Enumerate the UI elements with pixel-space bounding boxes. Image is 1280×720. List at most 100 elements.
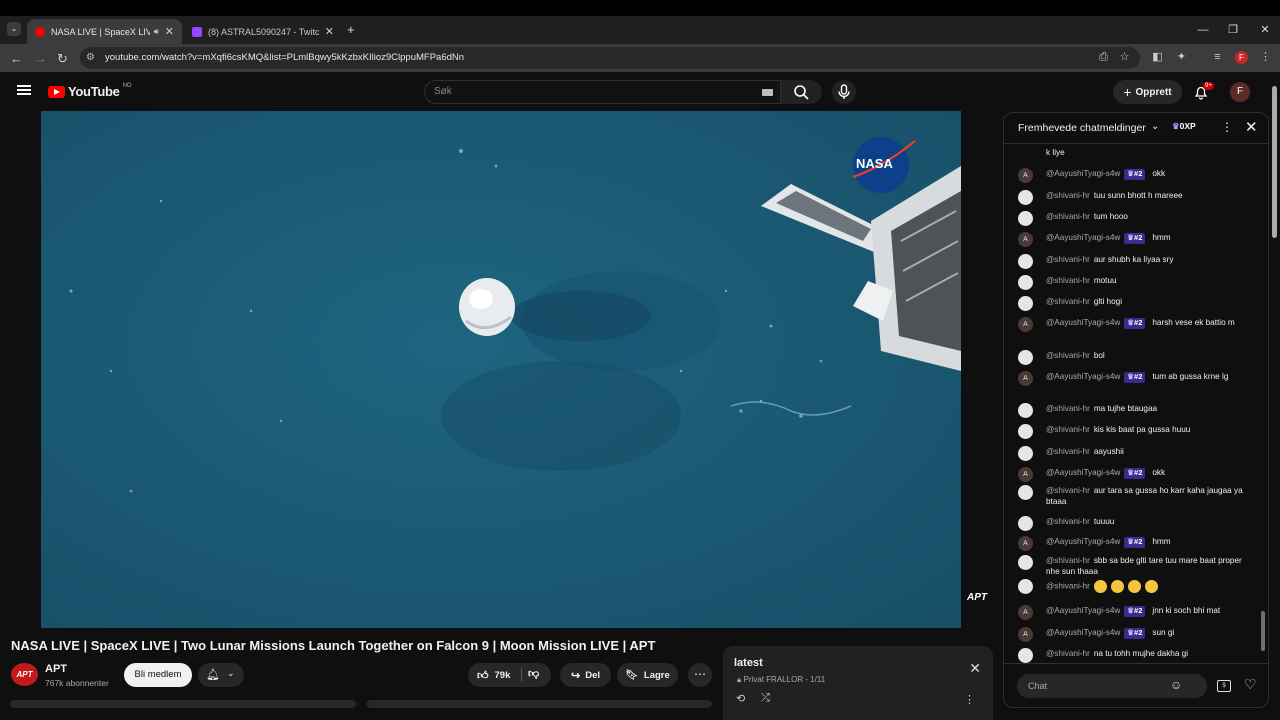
more-actions-button[interactable]: ⋯ (688, 663, 712, 687)
chat-author-name[interactable]: @shivani-hr (1046, 486, 1090, 495)
browser-menu-icon[interactable]: ⋮ (1259, 51, 1272, 64)
site-info-icon[interactable]: ⚙ (86, 47, 95, 69)
chat-author-avatar[interactable]: A (1018, 168, 1033, 183)
chat-author-name[interactable]: @shivani-hr (1046, 351, 1090, 360)
subscription-bell-button[interactable]: 🔔︎ ⌄ (198, 663, 244, 687)
share-button[interactable]: ↪ Del (560, 663, 611, 687)
chat-author-name[interactable]: @AayushiTyagi-s4w (1046, 318, 1120, 327)
chat-author-name[interactable]: @shivani-hr (1046, 447, 1090, 456)
chat-author-avatar[interactable]: A (1018, 605, 1033, 620)
chat-author-avatar[interactable] (1018, 516, 1033, 531)
chat-mode-title[interactable]: Fremhevede chatmeldinger (1018, 122, 1146, 134)
chat-author-avatar[interactable]: A (1018, 371, 1033, 386)
close-window-icon[interactable]: ✕ (1250, 16, 1280, 44)
chat-author-name[interactable]: @AayushiTyagi-s4w (1046, 468, 1120, 477)
chat-author-name[interactable]: @AayushiTyagi-s4w (1046, 628, 1120, 637)
chat-author-avatar[interactable] (1018, 648, 1033, 663)
page-scroll-thumb[interactable] (1272, 86, 1277, 238)
chat-author-name[interactable]: @shivani-hr (1046, 649, 1090, 658)
new-tab-icon[interactable]: + (347, 22, 355, 37)
playlist-title[interactable]: latest (734, 657, 763, 669)
chat-author-avatar[interactable] (1018, 296, 1033, 311)
profile-icon[interactable]: F (1235, 51, 1248, 64)
chat-author-name[interactable]: @AayushiTyagi-s4w (1046, 372, 1120, 381)
chat-author-avatar[interactable] (1018, 275, 1033, 290)
chat-author-name[interactable]: @shivani-hr (1046, 297, 1090, 306)
chat-author-name[interactable]: @shivani-hr (1046, 425, 1090, 434)
related-preview[interactable] (366, 700, 712, 708)
channel-name[interactable]: APT (45, 663, 67, 675)
chat-author-avatar[interactable] (1018, 211, 1033, 226)
tab-twitch[interactable]: (8) ASTRAL5090247 - Twitch ✕ (184, 19, 342, 44)
tab-search-button[interactable]: ⌄ (7, 22, 21, 36)
chat-scrollbar[interactable] (1261, 151, 1265, 661)
search-input[interactable]: Søk (424, 80, 781, 104)
scroll-thumb[interactable] (1261, 611, 1265, 651)
chat-author-avatar[interactable]: A (1018, 232, 1033, 247)
chevron-down-icon[interactable]: ⌄ (1151, 121, 1159, 132)
chat-author-name[interactable]: @shivani-hr (1046, 212, 1090, 221)
chat-author-avatar[interactable]: A (1018, 536, 1033, 551)
account-avatar[interactable]: F (1230, 82, 1250, 102)
chat-author-avatar[interactable] (1018, 254, 1033, 269)
tab-youtube[interactable]: NASA LIVE | SpaceX LIVE | Tw 🔊︎ ✕ (27, 19, 182, 44)
super-chat-icon[interactable]: $ (1217, 680, 1231, 692)
xp-badge[interactable]: ♛0XP (1172, 121, 1196, 132)
chat-author-avatar[interactable]: A (1018, 317, 1033, 332)
chat-author-avatar[interactable] (1018, 190, 1033, 205)
search-button[interactable] (781, 80, 822, 104)
chat-author-avatar[interactable] (1018, 579, 1033, 594)
page-scrollbar[interactable] (1271, 80, 1278, 710)
save-button[interactable]: 🔖︎ Lagre (617, 663, 678, 687)
chat-author-name[interactable]: @shivani-hr (1046, 255, 1090, 264)
chat-author-name[interactable]: @AayushiTyagi-s4w (1046, 537, 1120, 546)
chat-author-avatar[interactable] (1018, 350, 1033, 365)
channel-avatar[interactable]: APT (11, 663, 38, 686)
hamburger-menu-icon[interactable] (17, 85, 31, 95)
playlist-more-icon[interactable]: ⋮ (964, 693, 975, 706)
like-count[interactable]: 79k (495, 670, 511, 681)
minimize-icon[interactable]: — (1188, 16, 1218, 44)
voice-search-button[interactable] (832, 80, 856, 104)
chat-author-name[interactable]: @shivani-hr (1046, 404, 1090, 413)
speaker-icon[interactable]: 🔊︎ (154, 27, 159, 37)
chat-author-avatar[interactable]: A (1018, 627, 1033, 642)
install-app-icon[interactable]: ⎙ (1097, 51, 1110, 64)
chat-author-avatar[interactable] (1018, 485, 1033, 500)
chat-author-name[interactable]: @AayushiTyagi-s4w (1046, 233, 1120, 242)
emoji-icon[interactable]: ☺ (1170, 678, 1182, 692)
chat-author-name[interactable]: @shivani-hr (1046, 276, 1090, 285)
chat-author-name[interactable]: @shivani-hr (1046, 517, 1090, 526)
like-icon[interactable]: 👍︎ (477, 669, 489, 682)
restore-icon[interactable]: ❐ (1218, 16, 1248, 44)
chat-author-avatar[interactable] (1018, 555, 1033, 570)
back-icon[interactable]: ← (10, 51, 23, 66)
chat-close-icon[interactable]: ✕ (1245, 118, 1258, 136)
chat-author-avatar[interactable] (1018, 403, 1033, 418)
chat-author-avatar[interactable]: A (1018, 467, 1033, 482)
puzzle-icon[interactable]: ✦ (1175, 51, 1188, 64)
chat-author-name[interactable]: @shivani-hr (1046, 582, 1090, 591)
bookmark-star-icon[interactable]: ☆ (1118, 51, 1131, 64)
chat-author-name[interactable]: @AayushiTyagi-s4w (1046, 606, 1120, 615)
close-tab-icon[interactable]: ✕ (325, 25, 334, 38)
url-omnibox[interactable]: ⚙ youtube.com/watch?v=mXqfi6csKMQ&list=P… (80, 47, 1140, 69)
playlist-close-icon[interactable]: ✕ (969, 660, 981, 677)
chat-menu-icon[interactable]: ⋮ (1221, 120, 1233, 134)
create-button[interactable]: + Opprett (1113, 80, 1182, 104)
heart-icon[interactable]: ♡ (1244, 676, 1257, 693)
reload-icon[interactable]: ↻ (57, 51, 68, 67)
youtube-logo[interactable]: YouTube NO (48, 83, 132, 99)
extension-icon[interactable]: ◧ (1151, 51, 1164, 64)
join-button[interactable]: Bli medlem (124, 663, 192, 687)
chat-messages[interactable]: k liye A @AayushiTyagi-s4w ♛#2 okk @shivani-h… (1004, 143, 1268, 663)
shuffle-icon[interactable]: ⤮ (761, 692, 770, 705)
chat-author-avatar[interactable] (1018, 424, 1033, 439)
chat-author-name[interactable]: @shivani-hr (1046, 556, 1090, 565)
keyboard-icon[interactable] (762, 89, 773, 96)
loop-icon[interactable]: ⟲ (736, 692, 745, 705)
chat-author-name[interactable]: @AayushiTyagi-s4w (1046, 169, 1120, 178)
chat-author-name[interactable]: @shivani-hr (1046, 191, 1090, 200)
forward-icon[interactable]: → (34, 51, 47, 66)
description-preview[interactable] (10, 700, 356, 708)
